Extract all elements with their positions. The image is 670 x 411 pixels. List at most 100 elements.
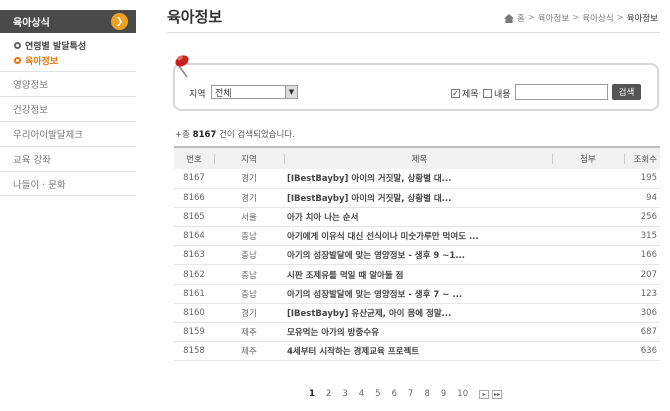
row-title-link[interactable]: [IBestBayby] 아이의 거짓말, 상황별 대... xyxy=(284,169,552,189)
row-views: 94 xyxy=(624,188,660,208)
breadcrumb-separator: > xyxy=(616,13,624,23)
row-region: 서울 xyxy=(214,207,284,228)
page-link[interactable]: 9 xyxy=(441,389,446,399)
row-title-link[interactable]: 아가 치아 나는 순서 xyxy=(284,207,552,228)
page-link[interactable]: 7 xyxy=(408,389,413,399)
page-link[interactable]: 6 xyxy=(392,389,397,399)
table-row[interactable]: 8160 경기 [IBestBayby] 유산균제, 아이 몸에 정말... 306 xyxy=(174,303,660,324)
sidebar-item-nutrition[interactable]: 영양정보 xyxy=(0,71,136,96)
region-select[interactable]: 전체 ▼ xyxy=(211,85,298,99)
row-number: 8164 xyxy=(174,226,214,247)
row-views: 166 xyxy=(624,245,660,266)
row-attachment xyxy=(552,284,624,304)
next-page-icon[interactable]: ▸ xyxy=(479,389,490,399)
row-region: 경기 xyxy=(214,169,284,189)
row-region: 충남 xyxy=(214,284,284,304)
table-row[interactable]: 8162 충남 시판 조제유를 먹일 때 알아둘 점 207 xyxy=(174,264,660,285)
result-suffix: 건이 검색되었습니다. xyxy=(219,130,295,140)
breadcrumb-item[interactable]: 육아정보 xyxy=(538,12,569,24)
table-row[interactable]: 8164 충남 아기에게 이유식 대신 선식이나 미숫가루만 먹여도 ... 315 xyxy=(174,226,660,247)
row-number: 8163 xyxy=(174,245,214,266)
row-region: 경기 xyxy=(214,188,284,208)
checkbox-unchecked-icon[interactable] xyxy=(483,89,492,98)
sidebar-header[interactable]: 육아상식 ❯ xyxy=(0,10,136,33)
page-link[interactable]: 4 xyxy=(359,389,364,399)
title-checkbox[interactable]: ✓ 제목 xyxy=(451,87,479,100)
table-row[interactable]: 8163 충남 아기의 성장발달에 맞는 영양정보 - 생후 9 ~1... 166 xyxy=(174,245,660,266)
row-views: 636 xyxy=(624,341,660,362)
page-link[interactable]: 2 xyxy=(326,389,331,399)
page-link[interactable]: 10 xyxy=(457,389,468,399)
col-attachment: 첨부 xyxy=(552,147,624,169)
sidebar-item-education[interactable]: 교육 강좌 xyxy=(0,146,136,171)
row-number: 8159 xyxy=(174,322,214,343)
sidebar-item-development-check[interactable]: 우리아이발달체크 xyxy=(0,121,136,146)
sidebar-item-outing-culture[interactable]: 나들이 · 문화 xyxy=(0,171,136,196)
row-region: 제주 xyxy=(214,322,284,343)
row-title-link[interactable]: [IBestBayby] 아이의 거짓말, 상황별 대... xyxy=(284,188,552,208)
sidebar-submenu: 연령별 발달특성 육아정보 xyxy=(0,33,136,71)
row-attachment xyxy=(552,322,624,343)
row-title-link[interactable]: 4세부터 시작하는 경제교육 프로젝트 xyxy=(284,341,552,362)
row-number: 8160 xyxy=(174,303,214,324)
region-label: 지역 xyxy=(189,90,206,100)
content-checkbox[interactable]: 내용 xyxy=(483,87,511,100)
row-number: 8166 xyxy=(174,188,214,208)
table-row[interactable]: 8166 경기 [IBestBayby] 아이의 거짓말, 상황별 대... 94 xyxy=(174,188,660,208)
row-views: 207 xyxy=(624,264,660,285)
page-link[interactable]: 3 xyxy=(342,389,347,399)
dropdown-arrow-icon[interactable]: ▼ xyxy=(285,86,297,98)
row-number: 8165 xyxy=(174,207,214,228)
breadcrumb: 홈 > 육아정보 > 육아상식 > 육아정보 xyxy=(503,12,658,24)
row-title-link[interactable]: 모유먹는 아가의 방중수유 xyxy=(284,322,552,343)
row-views: 195 xyxy=(624,169,660,189)
table-row[interactable]: 8161 충남 아기의 성장발달에 맞는 영양정보 - 생후 7 ~ ... 123 xyxy=(174,284,660,304)
row-title-link[interactable]: [IBestBayby] 유산균제, 아이 몸에 정말... xyxy=(284,303,552,324)
row-attachment xyxy=(552,169,624,189)
row-attachment xyxy=(552,226,624,247)
search-button[interactable]: 검색 xyxy=(612,84,641,100)
row-region: 충남 xyxy=(214,264,284,285)
table-row[interactable]: 8167 경기 [IBestBayby] 아이의 거짓말, 상황별 대... 195 xyxy=(174,169,660,189)
row-attachment xyxy=(552,207,624,228)
page-link[interactable]: 5 xyxy=(375,389,380,399)
breadcrumb-separator: > xyxy=(572,13,580,23)
row-number: 8161 xyxy=(174,284,214,304)
breadcrumb-current: 육아정보 xyxy=(626,14,658,24)
table-row[interactable]: 8165 서울 아가 치아 나는 순서 256 xyxy=(174,207,660,228)
row-attachment xyxy=(552,303,624,324)
chevron-right-icon: ❯ xyxy=(111,13,128,30)
page-link[interactable]: 8 xyxy=(424,389,429,399)
row-title-link[interactable]: 시판 조제유를 먹일 때 알아둘 점 xyxy=(284,264,552,285)
search-input[interactable] xyxy=(515,84,608,100)
row-region: 경기 xyxy=(214,303,284,324)
sidebar-subitem-label: 육아정보 xyxy=(25,57,59,67)
sidebar-subitem-label: 연령별 발달특성 xyxy=(25,42,87,52)
row-views: 687 xyxy=(624,322,660,343)
content-checkbox-label: 내용 xyxy=(494,90,511,100)
table-row[interactable]: 8159 제주 모유먹는 아가의 방중수유 687 xyxy=(174,322,660,343)
row-attachment xyxy=(552,264,624,285)
breadcrumb-item[interactable]: 육아상식 xyxy=(582,12,613,24)
sidebar: 육아상식 ❯ 연령별 발달특성 육아정보 영양정보 건강정보 우리아이발달체크 … xyxy=(0,10,136,196)
sidebar-subitem-parenting-info[interactable]: 육아정보 xyxy=(14,53,136,68)
result-number: 8167 xyxy=(192,130,217,140)
row-number: 8167 xyxy=(174,169,214,189)
last-page-icon[interactable]: ▸▸ xyxy=(492,389,503,399)
page-link[interactable]: 1 xyxy=(309,389,315,399)
row-title-link[interactable]: 아기의 성장발달에 맞는 영양정보 - 생후 7 ~ ... xyxy=(284,284,552,304)
checkbox-checked-icon[interactable]: ✓ xyxy=(451,89,460,98)
row-views: 123 xyxy=(624,284,660,304)
col-number: 번호 xyxy=(186,154,202,165)
pagination: 1 2 3 4 5 6 7 8 9 10 ▸ ▸▸ xyxy=(309,389,505,399)
table-row[interactable]: 8158 제주 4세부터 시작하는 경제교육 프로젝트 636 xyxy=(174,341,660,362)
sidebar-header-label: 육아상식 xyxy=(13,18,50,29)
row-attachment xyxy=(552,245,624,266)
row-title-link[interactable]: 아기의 성장발달에 맞는 영양정보 - 생후 9 ~1... xyxy=(284,245,552,266)
sidebar-item-health[interactable]: 건강정보 xyxy=(0,96,136,121)
sidebar-subitem-development[interactable]: 연령별 발달특성 xyxy=(14,38,136,53)
breadcrumb-home[interactable]: 홈 xyxy=(517,12,525,24)
row-title-link[interactable]: 아기에게 이유식 대신 선식이나 미숫가루만 먹여도 ... xyxy=(284,226,552,247)
title-divider xyxy=(167,32,660,33)
post-table: 번호 지역 제목 첨부 조회수 8167 경기 [IBestBayby] 아이의 거… xyxy=(174,146,660,362)
